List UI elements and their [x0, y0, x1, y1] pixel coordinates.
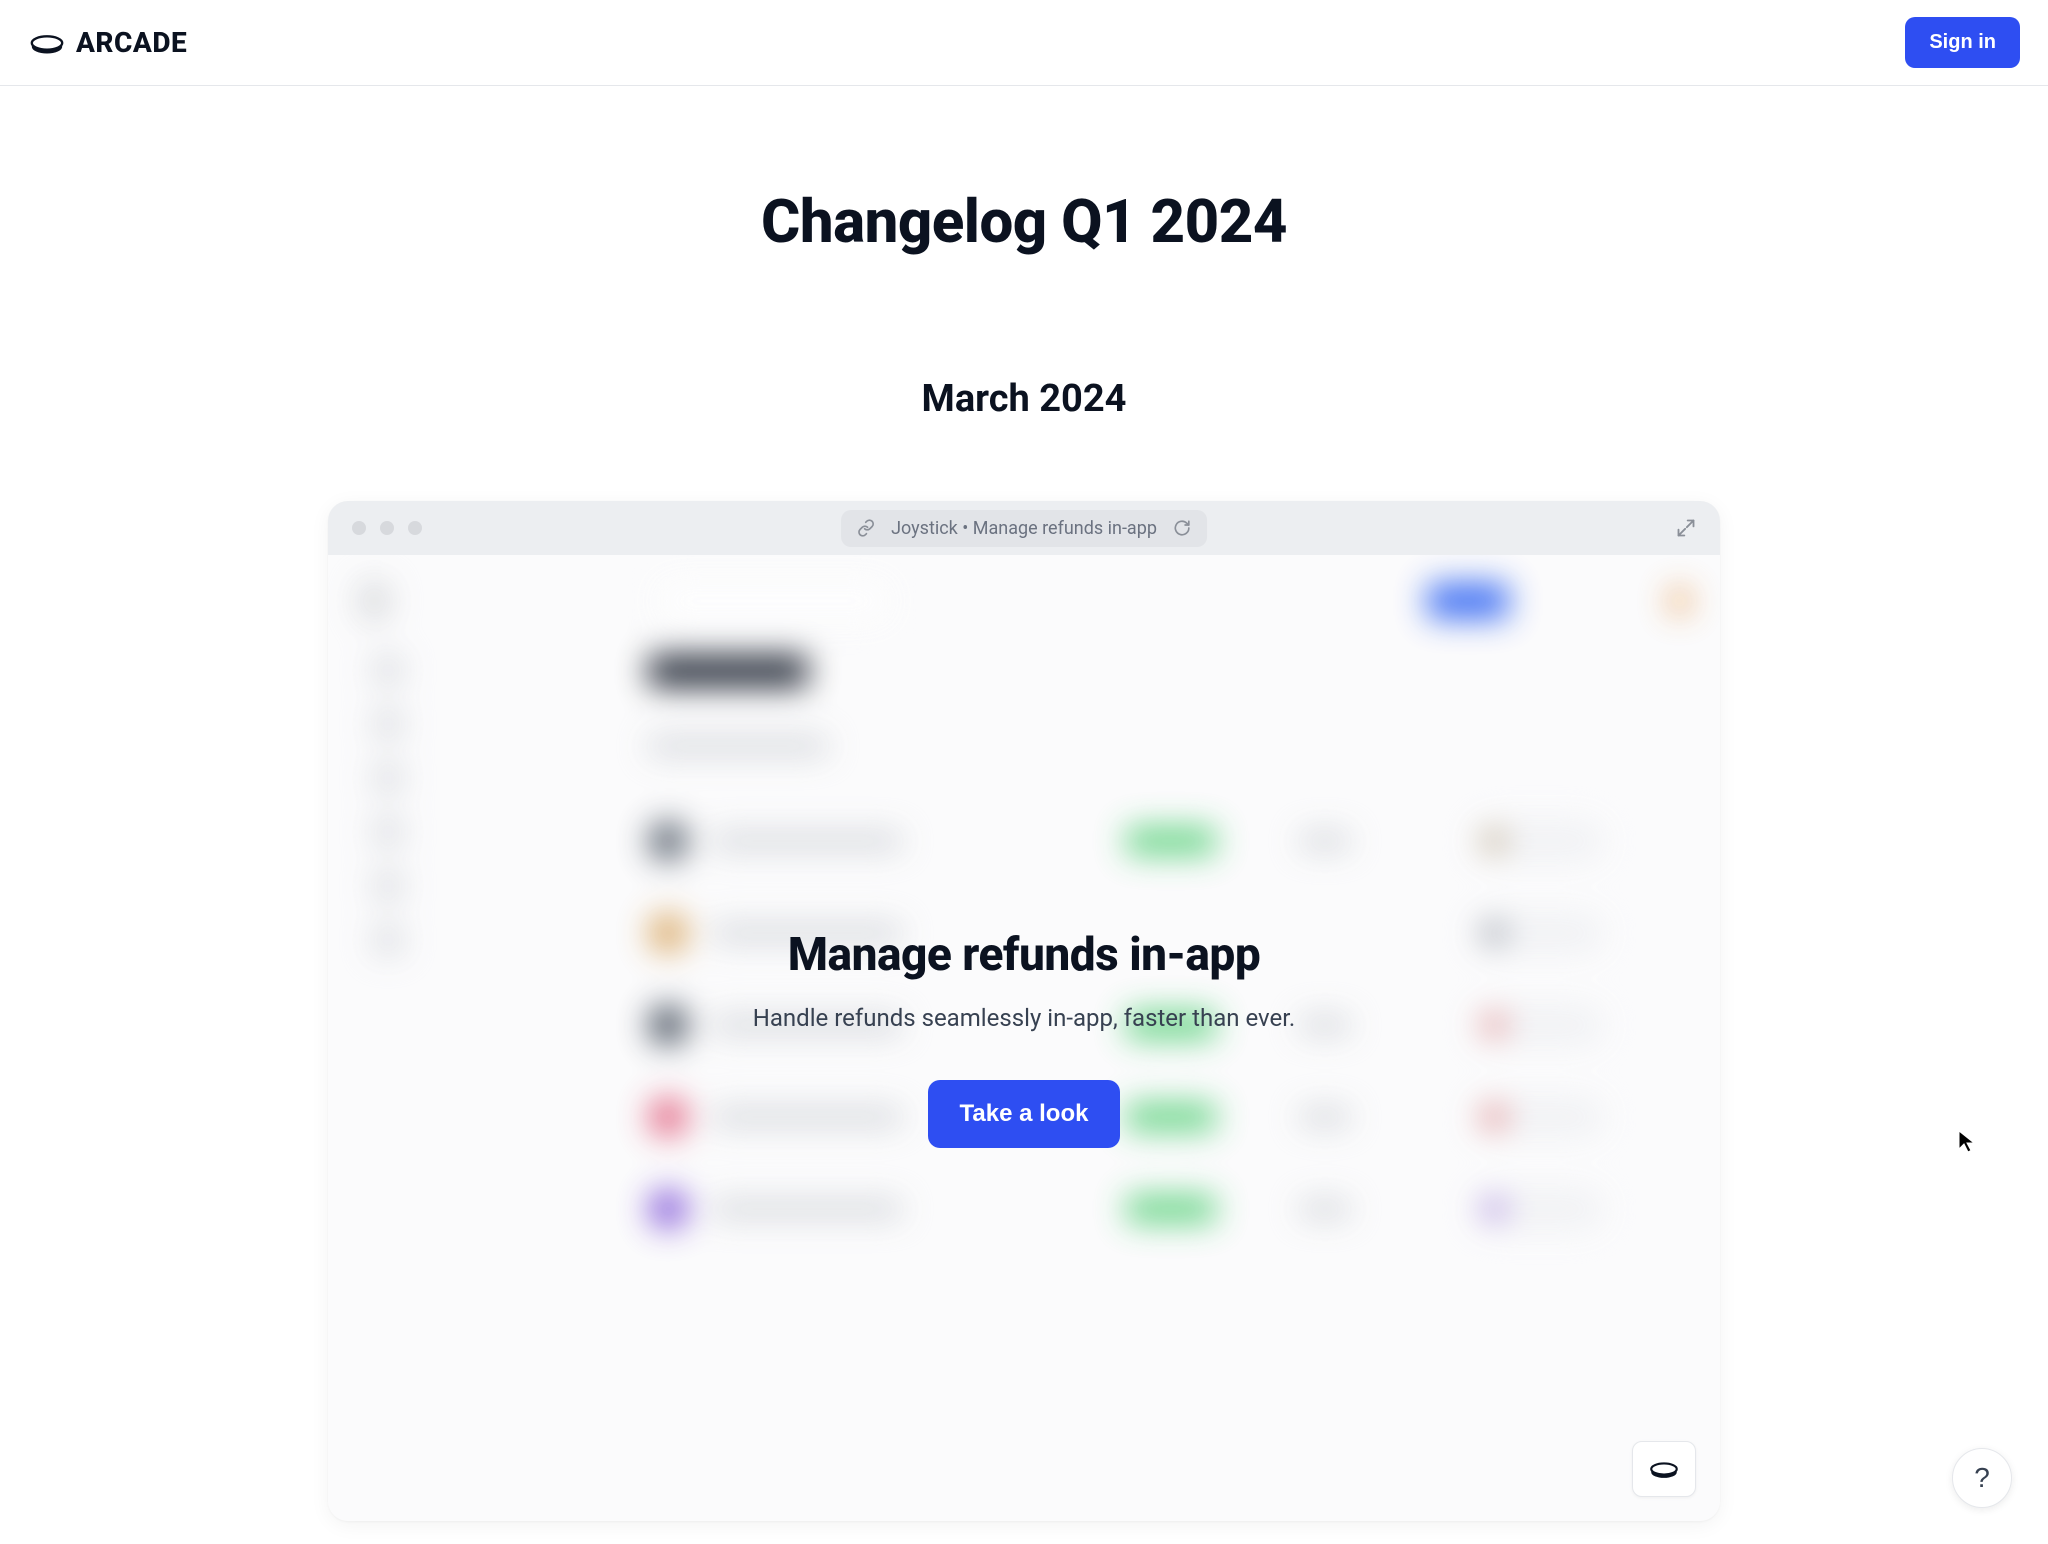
frame-url-pill[interactable]: Joystick • Manage refunds in-app: [841, 510, 1207, 547]
logo[interactable]: ARCADE: [28, 24, 187, 62]
traffic-light-maximize-icon: [408, 521, 422, 535]
arcade-embed: Joystick • Manage refunds in-app: [328, 501, 1720, 1521]
page-title: Changelog Q1 2024: [761, 186, 1287, 257]
traffic-light-close-icon: [352, 521, 366, 535]
main-content: Changelog Q1 2024 March 2024 Joystick • …: [0, 86, 2048, 1521]
expand-icon[interactable]: [1676, 518, 1696, 538]
help-icon: ?: [1974, 1462, 1990, 1494]
refresh-icon[interactable]: [1173, 519, 1191, 537]
arcade-badge[interactable]: [1632, 1441, 1696, 1497]
overlay-subtitle: Handle refunds seamlessly in-app, faster…: [753, 1004, 1296, 1032]
arcade-intro-overlay: Manage refunds in-app Handle refunds sea…: [328, 555, 1720, 1521]
frame-browser-chrome: Joystick • Manage refunds in-app: [328, 501, 1720, 555]
site-header: ARCADE Sign in: [0, 0, 2048, 86]
arcade-logo-icon: [28, 24, 66, 62]
help-button[interactable]: ?: [1952, 1448, 2012, 1508]
month-heading: March 2024: [922, 377, 1127, 421]
logo-text: ARCADE: [76, 26, 187, 59]
take-a-look-button[interactable]: Take a look: [928, 1080, 1121, 1148]
traffic-light-minimize-icon: [380, 521, 394, 535]
link-icon: [857, 519, 875, 537]
sign-in-button[interactable]: Sign in: [1905, 17, 2020, 68]
overlay-title: Manage refunds in-app: [788, 928, 1260, 982]
frame-url-text: Joystick • Manage refunds in-app: [891, 518, 1157, 539]
frame-body: Manage refunds in-app Handle refunds sea…: [328, 555, 1720, 1521]
traffic-lights: [352, 521, 422, 535]
